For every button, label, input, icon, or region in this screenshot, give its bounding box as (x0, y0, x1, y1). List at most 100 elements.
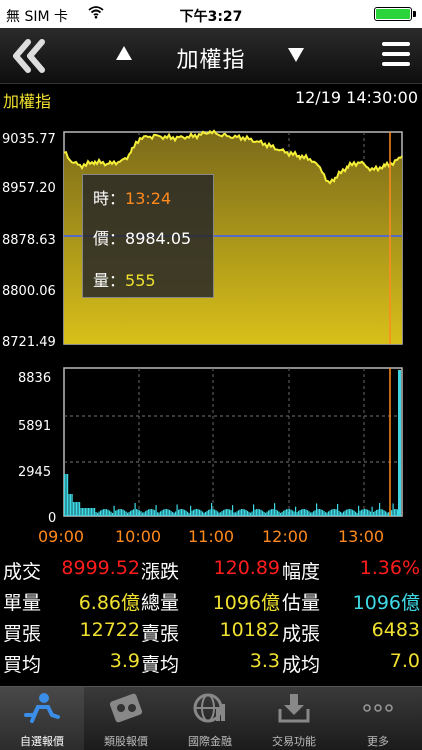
volume-bar (200, 510, 202, 516)
volume-chart[interactable]: 8836 5891 2945 0 (0, 362, 422, 522)
volume-bar (70, 494, 72, 516)
volume-bar (298, 510, 300, 516)
tab-watchlist[interactable]: 自選報價 (0, 687, 84, 750)
volume-bar (253, 504, 255, 516)
volume-bar (221, 511, 223, 516)
volume-bar (385, 511, 387, 516)
volume-bar (308, 511, 310, 516)
volume-bar (160, 511, 162, 516)
menu-icon[interactable] (382, 42, 410, 68)
stat-label: 成均 (282, 654, 321, 676)
volume-bar (115, 510, 117, 516)
tab-trading[interactable]: 交易功能 (252, 687, 336, 750)
volume-bar (275, 509, 277, 516)
volume-bar (361, 509, 363, 516)
volume-bar (335, 509, 337, 516)
volume-bar (238, 510, 240, 516)
volume-bar (260, 509, 262, 516)
volume-bar (239, 509, 241, 516)
next-arrow-icon[interactable] (288, 48, 304, 62)
tooltip-time-row: 時：13:24 (93, 185, 171, 209)
volume-bar (376, 509, 378, 516)
volume-bar (88, 508, 90, 516)
volume-bar (313, 511, 315, 516)
volume-bar (209, 509, 211, 516)
volume-bar (119, 509, 121, 516)
volume-bar (89, 508, 91, 516)
volume-bar (179, 509, 181, 516)
volume-bar (332, 509, 334, 516)
volume-bar (79, 502, 81, 516)
ask-avg-value: 3.3 (249, 650, 280, 672)
volume-bar (86, 508, 88, 516)
volume-bar (323, 511, 325, 516)
volume-bar (347, 509, 349, 516)
previous-arrow-icon[interactable] (116, 46, 132, 60)
volume-bar (322, 510, 324, 516)
volume-bar (277, 510, 279, 516)
volume-bar (244, 509, 246, 516)
volume-bar (259, 509, 261, 516)
volume-bar (113, 505, 115, 516)
stats-row: 成交 8999.52 漲跌 120.89 幅度 1.36% (0, 555, 422, 586)
volume-bar (241, 509, 243, 516)
tab-more[interactable]: 更多 (336, 687, 420, 750)
stat-label: 幅度 (282, 561, 321, 583)
volume-bar (254, 509, 256, 516)
volume-bar (185, 510, 187, 516)
volume-bar (187, 511, 189, 516)
volume-bar (344, 510, 346, 516)
volume-bar (98, 511, 100, 516)
volume-bar (317, 509, 319, 516)
volume-bar (350, 509, 352, 516)
volume-bar (212, 509, 214, 516)
bid-avg-value: 3.9 (109, 650, 140, 672)
volume-bar (310, 512, 312, 516)
volume-bar (286, 509, 288, 516)
volume-bar (367, 509, 369, 516)
volume-bar (149, 509, 151, 516)
volume-bar (245, 510, 247, 516)
volume-bar (196, 509, 198, 516)
back-chevron-icon[interactable] (10, 38, 50, 74)
index-name: 加權指 (3, 92, 52, 111)
volume-bar (283, 510, 285, 516)
stat-label: 成交 (3, 561, 42, 583)
volume-bar (206, 510, 208, 516)
tab-international-finance[interactable]: 國際金融 (168, 687, 252, 750)
volume-bar (395, 509, 397, 516)
volume-bar (250, 512, 252, 516)
volume-bar (76, 502, 78, 516)
volume-bar (272, 509, 274, 516)
volume-bar (170, 510, 172, 516)
tooltip-price-value: 8984.05 (125, 229, 192, 248)
volume-bar (292, 510, 294, 516)
volume-bar (334, 509, 336, 516)
volume-bar (118, 509, 120, 516)
volume-bar (109, 510, 111, 516)
volume-bar (140, 511, 142, 516)
volume-bar (91, 508, 93, 516)
volume-bar (172, 512, 174, 516)
change-percent-value: 1.36% (359, 557, 420, 579)
volume-bar (184, 509, 186, 516)
volume-bar (142, 512, 144, 516)
tab-label: 更多 (367, 735, 389, 748)
volume-bar (100, 510, 102, 516)
stats-row: 買張 12722 賣張 10182 成張 6483 (0, 617, 422, 648)
volume-bar (370, 511, 372, 516)
deal-lots-value: 6483 (371, 619, 420, 641)
volume-bar (161, 510, 163, 516)
volume-bar (319, 509, 321, 516)
volume-tick-label: 5891 (18, 419, 51, 434)
volume-bar (137, 509, 139, 516)
tooltip-volume-value: 555 (125, 271, 156, 290)
volume-bar (181, 509, 183, 516)
volume-bar (233, 512, 235, 516)
volume-bar (379, 503, 381, 516)
volume-bar (151, 509, 153, 516)
volume-plot-frame (63, 367, 403, 517)
stats-row: 買均 3.9 賣均 3.3 成均 7.0 (0, 648, 422, 679)
tab-sector-quotes[interactable]: 類股報價 (84, 687, 168, 750)
volume-bar (326, 512, 328, 516)
